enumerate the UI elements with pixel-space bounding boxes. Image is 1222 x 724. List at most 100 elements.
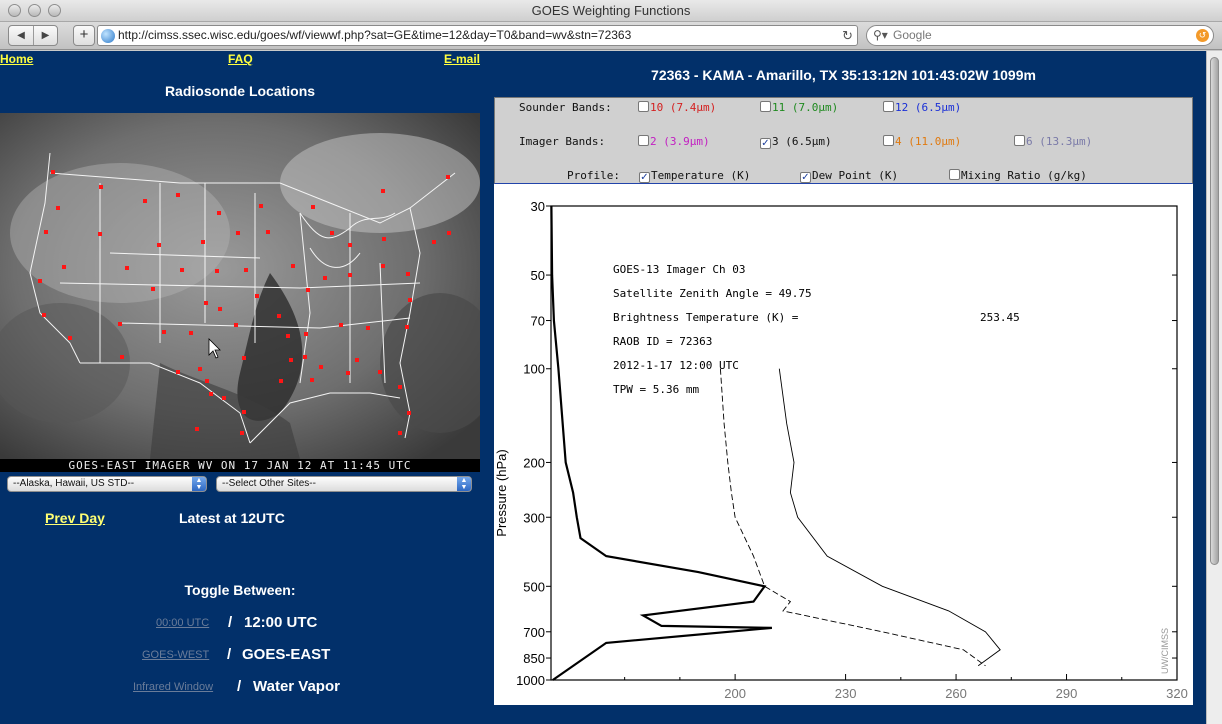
prev-day-link[interactable]: Prev Day [45, 510, 105, 526]
station-title: 72363 - KAMA - Amarillo, TX 35:13:12N 10… [651, 67, 1036, 83]
chart-annotation: GOES-13 Imager Ch 03 [613, 263, 745, 276]
weighting-function-plot: 30 50 70 100 200 300 500 700 850 1000 200 230 260 290… [494, 184, 1193, 705]
y-tick-label: 200 [523, 455, 545, 470]
y-tick-label: 850 [523, 651, 545, 666]
imager-band-0[interactable]: 2 (3.9μm) [638, 135, 710, 148]
reload-icon[interactable]: ↻ [842, 26, 853, 45]
y-axis-label: Pressure (hPa) [494, 449, 509, 536]
toggle-time-current: 12:00 UTC [244, 614, 318, 631]
add-bookmark-button[interactable]: + [73, 25, 95, 46]
profile-option-0[interactable]: ✓ Temperature (K) [639, 169, 750, 183]
latest-label: Latest at 12UTC [179, 510, 285, 526]
watermark: UW/CIMSS [1160, 628, 1170, 674]
x-tick-label: 320 [1166, 686, 1188, 701]
sounder-band-checkbox[interactable] [883, 101, 894, 112]
back-button[interactable]: ◀ [9, 26, 33, 45]
nav-button-group: ◀ ▶ [8, 25, 58, 46]
chart-annotation: Brightness Temperature (K) = [613, 311, 799, 324]
sounder-band-2[interactable]: 12 (6.5μm) [883, 101, 961, 114]
map-title: Radiosonde Locations [164, 83, 316, 99]
other-sites-select[interactable]: --Select Other Sites-- ▲ ▼ [216, 476, 472, 492]
sounder-band-label: 12 (6.5μm) [895, 101, 962, 114]
imager-band-label: 6 (13.3μm) [1026, 135, 1093, 148]
sounder-band-label: 10 (7.4μm) [650, 101, 717, 114]
x-tick-label: 230 [835, 686, 857, 701]
toggle-band-current: Water Vapor [253, 678, 340, 695]
imager-band-label: 4 (11.0μm) [895, 135, 962, 148]
faq-link[interactable]: FAQ [228, 52, 253, 66]
minimize-window-button[interactable] [28, 4, 41, 17]
imager-band-checkbox[interactable] [638, 135, 649, 146]
browser-toolbar: ◀ ▶ + http://cimss.ssec.wisc.edu/goes/wf… [0, 22, 1222, 50]
chart-annotation: Satellite Zenith Angle = 49.75 [613, 287, 812, 300]
toggle-title: Toggle Between: [184, 582, 296, 598]
y-tick-label: 700 [523, 625, 545, 640]
close-window-button[interactable] [8, 4, 21, 17]
profile-label: Profile: [567, 169, 620, 182]
imager-bands-label: Imager Bands: [519, 135, 606, 148]
url-field[interactable]: http://cimss.ssec.wisc.edu/goes/wf/vieww… [97, 25, 858, 46]
other-sites-value: --Select Other Sites-- [222, 478, 316, 489]
profile-option-label: Dew Point (K) [812, 169, 899, 182]
y-tick-label: 50 [531, 268, 545, 283]
y-tick-label: 100 [523, 362, 545, 377]
toggle-time-link[interactable]: 00:00 UTC [156, 617, 209, 629]
imager-band-checkbox[interactable]: ✓ [760, 138, 771, 149]
globe-icon [101, 29, 115, 43]
chart-annotation: RAOB ID = 72363 [613, 335, 712, 348]
imager-band-1[interactable]: ✓ 3 (6.5μm) [760, 135, 832, 149]
alaska-select-value: --Alaska, Hawaii, US STD-- [13, 478, 135, 489]
imager-band-3[interactable]: 6 (13.3μm) [1014, 135, 1092, 148]
chart-svg: 30 50 70 100 200 300 500 700 850 1000 200 230 260 290… [494, 199, 1188, 701]
window-title: GOES Weighting Functions [531, 3, 691, 18]
window-titlebar: GOES Weighting Functions [0, 0, 1222, 22]
profile-option-checkbox[interactable]: ✓ [639, 172, 650, 183]
profile-option-label: Mixing Ratio (g/kg) [961, 169, 1087, 182]
email-link[interactable]: E-mail [444, 52, 480, 66]
sounder-band-0[interactable]: 10 (7.4μm) [638, 101, 716, 114]
x-tick-label: 200 [724, 686, 746, 701]
sounder-band-label: 11 (7.0μm) [772, 101, 839, 114]
page-scrollbar[interactable] [1206, 51, 1222, 724]
zoom-window-button[interactable] [48, 4, 61, 17]
x-tick-label: 260 [945, 686, 967, 701]
y-tick-label: 70 [531, 314, 545, 329]
window-controls [8, 4, 61, 17]
y-tick-label: 300 [523, 510, 545, 525]
home-link[interactable]: Home [0, 52, 33, 66]
chart-annotation: TPW = 5.36 mm [613, 383, 699, 396]
toggle-band-link[interactable]: Infrared Window [133, 681, 213, 693]
search-input[interactable]: ⚲▾ Google ↺ [866, 25, 1214, 46]
profile-option-label: Temperature (K) [651, 169, 751, 182]
search-placeholder: Google [893, 28, 932, 42]
imager-band-checkbox[interactable] [883, 135, 894, 146]
search-icon[interactable]: ⚲▾ [873, 26, 888, 45]
toggle-sat-current: GOES-EAST [242, 646, 331, 663]
profile-option-2[interactable]: Mixing Ratio (g/kg) [949, 169, 1087, 182]
separator: / [227, 646, 232, 663]
snapback-icon[interactable]: ↺ [1196, 29, 1209, 42]
forward-button[interactable]: ▶ [33, 26, 57, 45]
sounder-band-1[interactable]: 11 (7.0μm) [760, 101, 838, 114]
imager-band-2[interactable]: 4 (11.0μm) [883, 135, 961, 148]
chevron-down-icon: ▲ ▼ [192, 477, 206, 491]
radiosonde-map[interactable]: GOES-EAST IMAGER WV ON 17 JAN 12 AT 11:4… [0, 113, 480, 472]
toggle-sat-link[interactable]: GOES-WEST [142, 649, 209, 661]
page-content: Home FAQ E-mail Radiosonde Locations 723… [0, 51, 1206, 724]
alaska-hawaii-select[interactable]: --Alaska, Hawaii, US STD-- ▲ ▼ [7, 476, 207, 492]
plot-frame [550, 205, 1178, 681]
profile-option-1[interactable]: ✓ Dew Point (K) [800, 169, 898, 183]
profile-option-checkbox[interactable] [949, 169, 960, 180]
y-tick-label: 1000 [516, 673, 545, 688]
y-tick-label: 500 [523, 579, 545, 594]
sounder-band-checkbox[interactable] [760, 101, 771, 112]
map-caption: GOES-EAST IMAGER WV ON 17 JAN 12 AT 11:4… [0, 459, 480, 472]
y-tick-label: 30 [531, 199, 545, 214]
bands-panel: Sounder Bands: Imager Bands: Profile: 10… [494, 97, 1193, 184]
url-text[interactable]: http://cimss.ssec.wisc.edu/goes/wf/vieww… [118, 26, 631, 45]
sounder-band-checkbox[interactable] [638, 101, 649, 112]
profile-option-checkbox[interactable]: ✓ [800, 172, 811, 183]
separator: / [237, 678, 242, 695]
imager-band-checkbox[interactable] [1014, 135, 1025, 146]
scrollbar-thumb[interactable] [1210, 57, 1219, 565]
